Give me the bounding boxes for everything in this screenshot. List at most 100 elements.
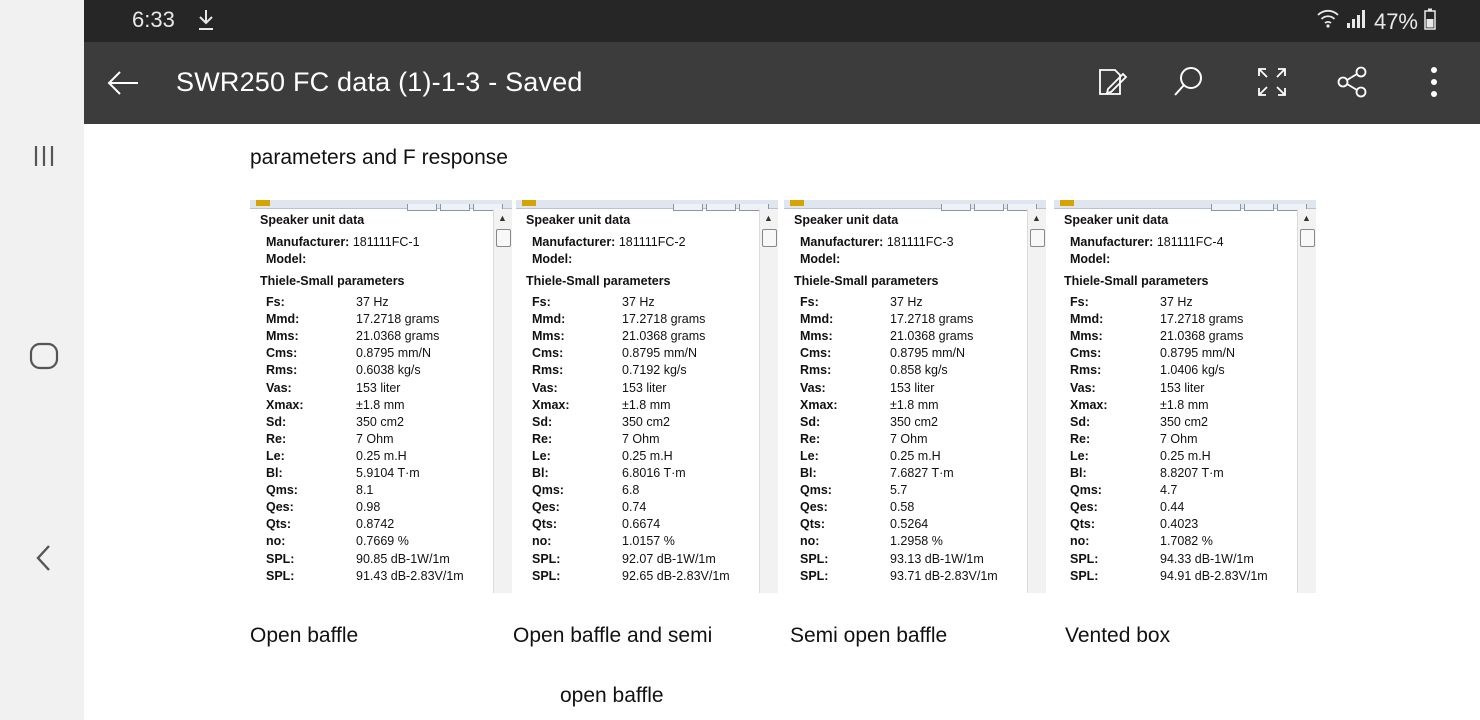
scroll-up-icon[interactable]: ▲	[764, 213, 773, 223]
param-name: Mmd:	[532, 312, 566, 327]
back-nav-icon[interactable]	[22, 536, 66, 580]
scroll-thumb[interactable]	[1300, 229, 1315, 247]
recent-apps-icon[interactable]	[22, 134, 66, 178]
param-name: Vas:	[1070, 380, 1096, 395]
fullscreen-icon[interactable]	[1254, 64, 1290, 100]
speaker-data-panel: ▲ Speaker unit data Manufacturer: 181111FC…	[1054, 200, 1316, 593]
param-value: 0.98	[356, 500, 381, 515]
scroll-thumb[interactable]	[1030, 229, 1045, 247]
param-row: Rms: 0.7192 kg/s	[532, 363, 762, 380]
param-value: 0.74	[622, 500, 647, 515]
share-icon[interactable]	[1334, 64, 1370, 100]
param-value: 93.71 dB-2.83V/1m	[890, 568, 998, 583]
param-row: Xmax: ±1.8 mm	[800, 398, 1030, 415]
param-name: Re:	[1070, 431, 1091, 446]
scroll-up-icon[interactable]: ▲	[498, 213, 507, 223]
param-row: Vas: 153 liter	[532, 381, 762, 398]
scroll-up-icon[interactable]: ▲	[1032, 213, 1041, 223]
param-value: 0.7192 kg/s	[622, 363, 687, 378]
document-content[interactable]: parameters and F response ▲ Speaker unit …	[84, 124, 1480, 720]
param-value: 17.2718 grams	[356, 312, 440, 327]
param-name: Qts:	[1070, 517, 1095, 532]
scroll-thumb[interactable]	[762, 229, 777, 247]
param-value: 8.1	[356, 483, 374, 498]
param-value: 0.58	[890, 500, 915, 515]
param-row: Fs: 37 Hz	[1070, 295, 1300, 312]
param-value: 17.2718 grams	[1160, 312, 1244, 327]
home-icon[interactable]	[22, 334, 66, 378]
param-value: 153 liter	[1160, 380, 1205, 395]
window-controls	[1208, 200, 1308, 211]
param-name: Xmax:	[800, 397, 838, 412]
signal-icon	[1346, 8, 1368, 36]
param-value: 1.2958 %	[890, 534, 943, 549]
param-row: Le: 0.25 m.H	[532, 449, 762, 466]
param-row: Qes: 0.74	[532, 500, 762, 517]
param-row: Qes: 0.58	[800, 500, 1030, 517]
search-icon[interactable]	[1170, 64, 1206, 100]
param-value: 350 cm2	[622, 414, 670, 429]
back-arrow-icon[interactable]	[106, 68, 140, 102]
scroll-thumb[interactable]	[496, 229, 511, 247]
section-thiele-small: Thiele-Small parameters	[1064, 274, 1209, 288]
param-row: Le: 0.25 m.H	[1070, 449, 1300, 466]
param-row: Qts: 0.6674	[532, 517, 762, 534]
param-name: Sd:	[532, 414, 553, 429]
more-options-icon[interactable]	[1416, 64, 1452, 100]
param-value: 17.2718 grams	[622, 312, 706, 327]
status-bar: 6:33 47%	[84, 0, 1480, 42]
edit-icon[interactable]	[1094, 64, 1130, 100]
param-name: Cms:	[266, 346, 298, 361]
param-name: Mms:	[1070, 329, 1103, 344]
param-value: ±1.8 mm	[890, 397, 939, 412]
param-value: 1.0157 %	[622, 534, 675, 549]
param-name: Qes:	[800, 500, 828, 515]
param-value: 0.8795 mm/N	[622, 346, 698, 361]
param-value: 0.4023	[1160, 517, 1199, 532]
param-name: no:	[532, 534, 552, 549]
param-name: Le:	[800, 448, 819, 463]
param-row: Qms: 4.7	[1070, 483, 1300, 500]
param-name: Mms:	[266, 329, 299, 344]
param-row: Qes: 0.44	[1070, 500, 1300, 517]
param-row: Mms: 21.0368 grams	[1070, 329, 1300, 346]
param-value: 93.13 dB-1W/1m	[890, 551, 984, 566]
param-row: Qms: 8.1	[266, 483, 496, 500]
param-name: Qms:	[800, 483, 832, 498]
param-name: SPL:	[266, 551, 295, 566]
param-name: Le:	[266, 448, 285, 463]
param-value: 7 Ohm	[890, 431, 928, 446]
param-row: Vas: 153 liter	[800, 381, 1030, 398]
window-title-strip	[1054, 200, 1316, 211]
param-name: no:	[1070, 534, 1090, 549]
window-app-icon	[790, 200, 804, 206]
param-value: 91.43 dB-2.83V/1m	[356, 568, 464, 583]
param-row: Vas: 153 liter	[266, 381, 496, 398]
param-row: Mmd: 17.2718 grams	[1070, 312, 1300, 329]
param-value: 1.7082 %	[1160, 534, 1213, 549]
param-row: Rms: 0.6038 kg/s	[266, 363, 496, 380]
param-row: Sd: 350 cm2	[532, 415, 762, 432]
param-name: Bl:	[532, 466, 549, 480]
caption-open-and-semi-line2: open baffle	[560, 684, 664, 707]
section-thiele-small: Thiele-Small parameters	[260, 274, 405, 288]
param-name: SPL:	[532, 568, 561, 583]
param-name: SPL:	[800, 568, 829, 583]
param-name: Rms:	[266, 363, 298, 378]
window-controls	[938, 200, 1038, 211]
param-value: 1.0406 kg/s	[1160, 363, 1225, 378]
speaker-data-panel: ▲ Speaker unit data Manufacturer: 181111FC…	[516, 200, 778, 593]
param-value: 0.8795 mm/N	[356, 346, 432, 361]
param-row: Rms: 1.0406 kg/s	[1070, 363, 1300, 380]
param-name: Sd:	[800, 414, 821, 429]
param-value: 7.6827 T·m	[890, 466, 954, 480]
param-value: 94.91 dB-2.83V/1m	[1160, 568, 1268, 583]
scroll-up-icon[interactable]: ▲	[1302, 213, 1311, 223]
param-name: Qts:	[800, 517, 825, 532]
param-name: Qms:	[266, 483, 298, 498]
caption-semi-open: Semi open baffle	[790, 624, 948, 647]
param-value: 350 cm2	[1160, 414, 1208, 429]
param-name: Mmd:	[1070, 312, 1104, 327]
param-value: 153 liter	[356, 380, 401, 395]
param-value: 153 liter	[890, 380, 935, 395]
